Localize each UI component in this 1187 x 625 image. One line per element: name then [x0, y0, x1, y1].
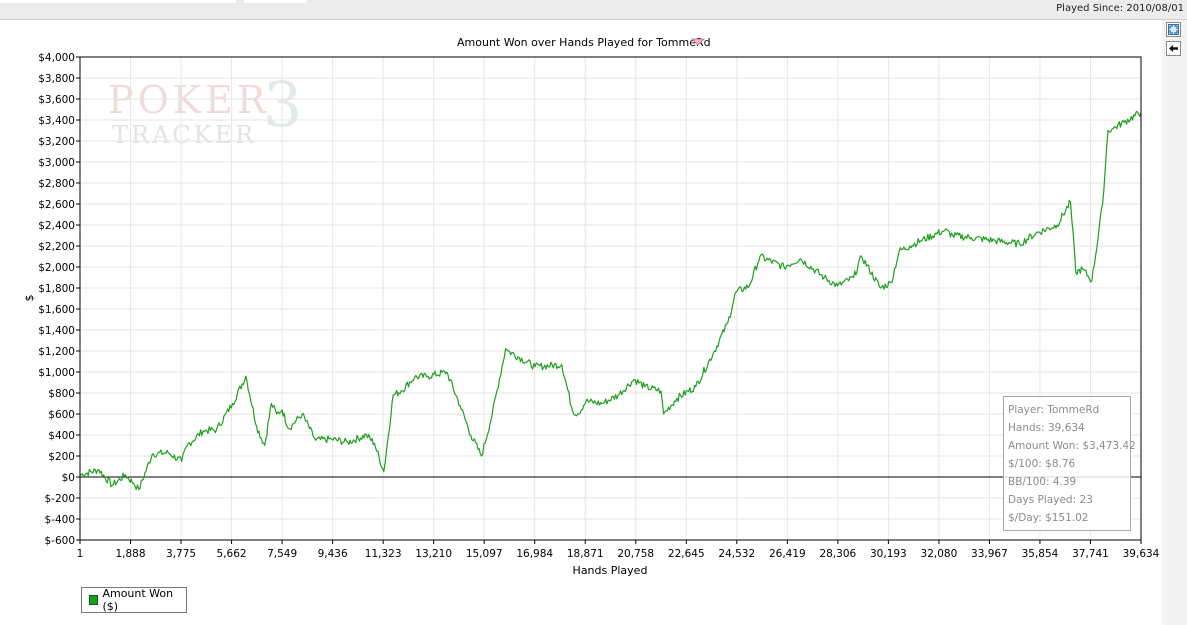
series-line-amount-won: [79, 110, 1142, 491]
y-tick-label: $2,000: [38, 262, 75, 274]
stats-amount-won: Amount Won: $3,473.42: [1008, 440, 1136, 452]
series-layer: [79, 110, 1142, 491]
legend: Amount Won ($): [81, 587, 187, 613]
y-tick-label: $-200: [44, 493, 75, 505]
y-tick-label: $-400: [44, 514, 75, 526]
expand-icon: [1168, 24, 1179, 35]
back-arrow-icon: [1169, 45, 1178, 52]
stats-bb-100: BB/100: 4.39: [1008, 476, 1077, 488]
legend-label: Amount Won ($): [102, 587, 174, 613]
x-tick-label: 32,080: [921, 548, 958, 560]
x-tick-label: 15,097: [466, 548, 503, 560]
x-tick-label: 33,967: [971, 548, 1008, 560]
stats-per-day: $/Day: $151.02: [1008, 512, 1089, 524]
y-tick-label: $2,600: [38, 199, 75, 211]
chart-canvas: $4,000 $3,800 $3,600 $3,400 $3,200 $3,000 $2,8…: [23, 52, 1160, 577]
y-tick-label: $2,200: [38, 241, 75, 253]
y-tick-label: $200: [48, 451, 75, 463]
y-tick-label: $3,600: [38, 94, 75, 106]
y-tick-label: $0: [62, 472, 75, 484]
y-tick-label: $800: [48, 388, 75, 400]
x-tick-label: 22,645: [668, 548, 705, 560]
y-tick-label: $2,800: [38, 178, 75, 190]
x-tick-label: 37,741: [1072, 548, 1109, 560]
y-tick-label: $1,600: [38, 304, 75, 316]
y-tick-label: $600: [48, 409, 75, 421]
x-tick-label: 18,871: [567, 548, 604, 560]
x-axis-title: Hands Played: [573, 564, 648, 577]
x-tick-label: 39,634: [1123, 548, 1160, 560]
y-tick-label: $4,000: [38, 52, 75, 64]
x-tick-label: 13,210: [415, 548, 452, 560]
x-tick-label: 20,758: [617, 548, 654, 560]
x-tick-label: 3,775: [166, 548, 196, 560]
x-tick-label: 1: [77, 548, 84, 560]
legend-swatch: [89, 595, 99, 605]
stats-player: Player: TommeRd: [1008, 404, 1100, 416]
stats-hands: Hands: 39,634: [1008, 422, 1085, 434]
x-tick-label: 9,436: [318, 548, 348, 560]
stats-per-100: $/100: $8.76: [1008, 458, 1076, 470]
x-tick-label: 28,306: [819, 548, 856, 560]
side-panel: [1162, 20, 1187, 625]
y-tick-label: $3,200: [38, 136, 75, 148]
x-tick-label: 11,323: [365, 548, 402, 560]
y-tick-label: $1,000: [38, 367, 75, 379]
x-tick-label: 35,854: [1022, 548, 1059, 560]
x-tick-label: 30,193: [870, 548, 907, 560]
y-tick-label: $-600: [44, 535, 75, 547]
x-tick-label: 26,419: [769, 548, 806, 560]
y-tick-label: $1,400: [38, 325, 75, 337]
y-tick-label: $1,200: [38, 346, 75, 358]
stats-days-played: Days Played: 23: [1008, 494, 1093, 506]
y-tick-label: $3,800: [38, 73, 75, 85]
expand-button[interactable]: [1166, 22, 1181, 37]
y-tick-label: $3,000: [38, 157, 75, 169]
axis-layer: $4,000 $3,800 $3,600 $3,400 $3,200 $3,000 $2,8…: [38, 52, 1159, 560]
plot-frame: [79, 56, 1142, 541]
x-tick-label: 16,984: [516, 548, 553, 560]
back-button[interactable]: [1166, 41, 1181, 56]
x-tick-label: 7,549: [267, 548, 297, 560]
y-tick-label: $2,400: [38, 220, 75, 232]
x-tick-label: 5,662: [217, 548, 247, 560]
x-tick-label: 24,532: [718, 548, 755, 560]
y-axis-title: $: [23, 295, 36, 302]
x-tick-label: 1,888: [115, 548, 145, 560]
y-tick-label: $1,800: [38, 283, 75, 295]
y-tick-label: $400: [48, 430, 75, 442]
y-tick-label: $3,400: [38, 115, 75, 127]
grid-layer: [79, 56, 1142, 541]
stats-box: Player: TommeRd Hands: 39,634 Amount Won…: [1003, 396, 1136, 531]
